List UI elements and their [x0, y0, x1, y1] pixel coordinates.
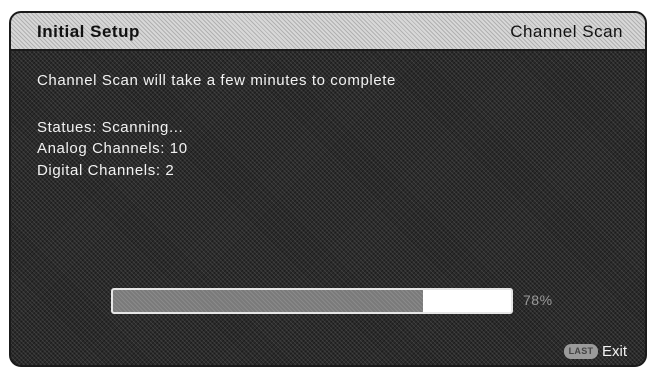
scan-message: Channel Scan will take a few minutes to …: [37, 72, 396, 89]
exit-label: Exit: [601, 343, 627, 360]
exit-button[interactable]: LAST Exit: [563, 343, 627, 360]
digital-channels-count: Digital Channels: 2: [37, 162, 175, 179]
scan-progress-bar: [111, 288, 513, 314]
scan-status: Statues: Scanning...: [37, 119, 184, 136]
analog-channels-count: Analog Channels: 10: [37, 140, 188, 157]
section-title: Channel Scan: [510, 22, 623, 41]
last-key-icon: LAST: [563, 344, 598, 359]
scan-progress-fill: [113, 290, 424, 312]
title-bar: Initial Setup Channel Scan: [11, 13, 645, 51]
channel-scan-screen: Initial Setup Channel Scan Channel Scan …: [9, 11, 647, 367]
page-title: Initial Setup: [37, 22, 140, 41]
scan-progress-percent: 78%: [523, 292, 553, 308]
